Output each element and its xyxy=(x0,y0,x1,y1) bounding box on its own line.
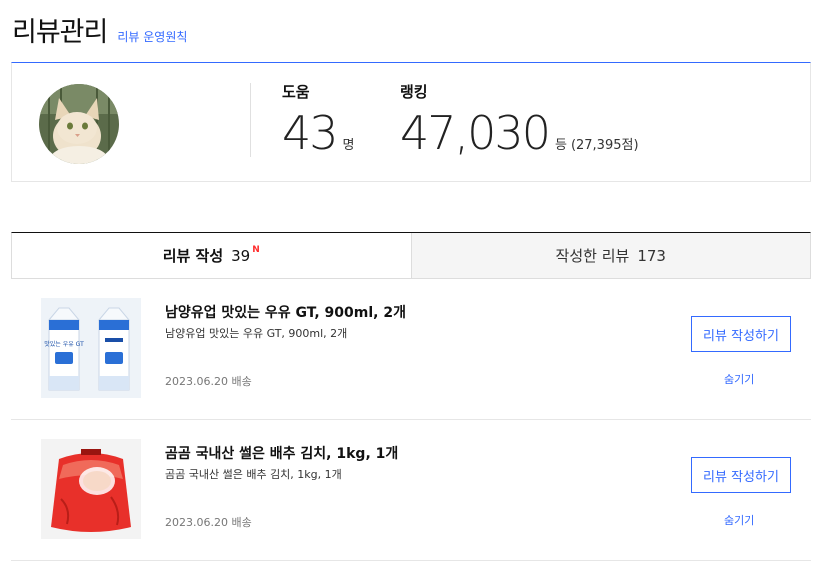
ranking-unit: 등 xyxy=(554,138,567,153)
ranking-label: 랭킹 xyxy=(400,83,428,101)
delivery-date: 2023.06.20 배송 xyxy=(165,516,252,529)
list-item: 곰곰 국내산 썰은 배추 김치, 1kg, 1개 곰곰 국내산 썰은 배추 김치… xyxy=(11,420,811,561)
hide-link[interactable]: 숨기기 xyxy=(724,512,754,528)
new-badge: N xyxy=(252,244,260,255)
tab-written-reviews[interactable]: 작성한 리뷰 173 xyxy=(411,233,810,278)
tab-write-review[interactable]: 리뷰 작성 39 N xyxy=(12,233,412,278)
item-option: 남양유업 맛있는 우유 GT, 900ml, 2개 xyxy=(165,327,348,340)
write-review-button[interactable]: 리뷰 작성하기 xyxy=(691,457,791,493)
tab-write-review-count: 39 xyxy=(231,246,251,265)
page-header: 리뷰관리 리뷰 운영원칙 xyxy=(12,10,187,49)
hide-link[interactable]: 숨기기 xyxy=(724,371,754,387)
profile-divider xyxy=(250,83,251,157)
review-item-list: 맛있는 우유 GT 남양유업 맛있는 우유 GT, 900ml, 2개 남양유업… xyxy=(11,279,811,561)
list-item: 맛있는 우유 GT 남양유업 맛있는 우유 GT, 900ml, 2개 남양유업… xyxy=(11,279,811,420)
help-stat: 도움 43 명 xyxy=(282,81,355,160)
help-label: 도움 xyxy=(282,83,310,101)
ranking-points: (27,395점) xyxy=(570,138,639,153)
page-title: 리뷰관리 xyxy=(12,17,108,48)
cat-avatar-icon xyxy=(39,84,119,164)
item-title[interactable]: 남양유업 맛있는 우유 GT, 900ml, 2개 xyxy=(165,302,406,322)
tab-written-reviews-count: 173 xyxy=(637,246,666,265)
kimchi-bag-image-icon[interactable] xyxy=(41,439,141,539)
tab-written-reviews-label: 작성한 리뷰 xyxy=(555,247,630,265)
item-title[interactable]: 곰곰 국내산 썰은 배추 김치, 1kg, 1개 xyxy=(165,443,398,463)
review-tabs: 리뷰 작성 39 N 작성한 리뷰 173 xyxy=(11,232,811,279)
delivery-date: 2023.06.20 배송 xyxy=(165,375,252,388)
ranking-stat: 랭킹 47,030 등 (27,395점) xyxy=(400,81,639,160)
milk-carton-image-icon[interactable]: 맛있는 우유 GT xyxy=(41,298,141,398)
tab-write-review-label: 리뷰 작성 xyxy=(162,247,224,265)
profile-summary: 도움 43 명 랭킹 47,030 등 (27,395점) xyxy=(11,62,811,182)
item-option: 곰곰 국내산 썰은 배추 김치, 1kg, 1개 xyxy=(165,468,342,481)
review-policy-link[interactable]: 리뷰 운영원칙 xyxy=(117,28,187,45)
write-review-button[interactable]: 리뷰 작성하기 xyxy=(691,316,791,352)
help-count: 43 xyxy=(282,106,339,160)
help-unit: 명 xyxy=(342,138,355,153)
ranking-value: 47,030 xyxy=(400,106,551,160)
carton-text: 맛있는 우유 GT xyxy=(44,340,84,348)
